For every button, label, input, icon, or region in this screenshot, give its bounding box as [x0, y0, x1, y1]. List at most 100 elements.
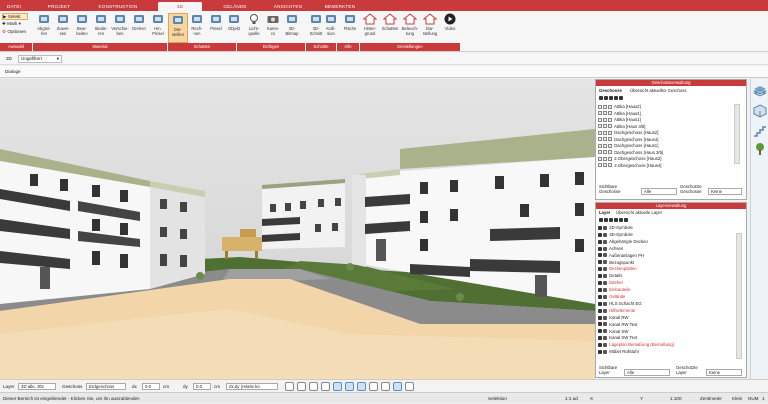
- edit-icon[interactable]: [603, 308, 607, 313]
- visibility-checkbox[interactable]: [598, 111, 602, 116]
- layer-snap-icon[interactable]: [405, 382, 414, 391]
- layer-row[interactable]: Kanal RW Text: [598, 322, 637, 328]
- dy-input[interactable]: 0.0: [193, 383, 211, 390]
- ribbon-button-0[interactable]: Abgrei- fen: [34, 13, 54, 43]
- ribbon-button-10[interactable]: Objekt: [224, 13, 244, 43]
- lock-checkbox[interactable]: [603, 104, 607, 109]
- tab-projekt[interactable]: PROJEKT: [44, 2, 74, 11]
- print-checkbox[interactable]: [608, 137, 612, 142]
- lock-checkbox[interactable]: [603, 137, 607, 142]
- visibility-icon[interactable]: [604, 95, 608, 100]
- visibility-icon[interactable]: [598, 225, 602, 230]
- tab-konstruktion[interactable]: KONSTRUKTION: [94, 2, 142, 11]
- ribbon-button-19[interactable]: Beleuch- tung: [400, 13, 420, 43]
- object-snap-icon[interactable]: [393, 382, 402, 391]
- visibility-checkbox[interactable]: [598, 130, 602, 135]
- lock-icon[interactable]: [369, 382, 378, 391]
- line-snap-icon[interactable]: [345, 382, 354, 391]
- lock-checkbox[interactable]: [603, 111, 607, 116]
- ribbon-button-2[interactable]: Bear- beiten: [72, 13, 92, 43]
- edit-icon[interactable]: [603, 232, 607, 237]
- ribbon-button-9[interactable]: Pinsel: [206, 13, 226, 43]
- visibility-icon[interactable]: [598, 239, 602, 244]
- edit-icon[interactable]: [603, 343, 607, 348]
- print-checkbox[interactable]: [608, 163, 612, 168]
- add-icon[interactable]: [619, 217, 623, 222]
- floor-row[interactable]: Dachgeschoss [Haus4]: [598, 137, 658, 143]
- geschoss-select[interactable]: Erdgeschoss: [86, 383, 126, 390]
- ribbon-button-16[interactable]: Fläche: [340, 13, 360, 43]
- floor-row[interactable]: Dachgeschoss [Haus2]: [598, 130, 658, 136]
- lock-checkbox[interactable]: [603, 150, 607, 155]
- layer-row[interactable]: Einbauteile: [598, 287, 630, 293]
- floor-row[interactable]: Attika [Haus1]: [598, 117, 641, 123]
- layer-row[interactable]: Bezugspunkt: [598, 260, 634, 266]
- floor-row[interactable]: 2.Obergeschoss [Haus4]: [598, 163, 662, 169]
- lock-checkbox[interactable]: [603, 117, 607, 122]
- print-checkbox[interactable]: [608, 111, 612, 116]
- lock-icon[interactable]: [604, 217, 608, 222]
- layer-row[interactable]: Möbel Rollstuhl: [598, 349, 639, 355]
- edit-icon[interactable]: [603, 274, 607, 279]
- edit-icon[interactable]: [603, 246, 607, 251]
- layer-row[interactable]: Außenanlagen PH: [598, 253, 644, 259]
- floor-row[interactable]: 2.Obergeschoss [Haus2]: [598, 156, 662, 162]
- floor-row[interactable]: Dachgeschoss [Haus 3/5]: [598, 150, 663, 156]
- layer-row[interactable]: Kanal RW: [598, 315, 628, 321]
- layer-select[interactable]: 3D alle, 30c: [18, 383, 56, 390]
- floor-row[interactable]: Attika [Haus 3/5]: [598, 124, 646, 130]
- edit-icon[interactable]: [603, 267, 607, 272]
- snap-icon[interactable]: [309, 382, 318, 391]
- settings-icon[interactable]: [614, 217, 618, 222]
- print-checkbox[interactable]: [608, 150, 612, 155]
- lock-checkbox[interactable]: [603, 156, 607, 161]
- ribbon-button-7[interactable]: Dar- stellen: [168, 13, 188, 43]
- ribbon-button-11[interactable]: Licht- quelle: [244, 13, 264, 43]
- delete-icon[interactable]: [624, 217, 628, 222]
- edit-icon[interactable]: [603, 294, 607, 299]
- print-checkbox[interactable]: [608, 124, 612, 129]
- layers-tab-layer[interactable]: Layer: [599, 210, 610, 216]
- visible-layers-select[interactable]: Alle: [624, 369, 670, 376]
- layer-row[interactable]: 3D-Symbole: [598, 232, 633, 238]
- layer-row[interactable]: Gelände: [598, 294, 625, 300]
- ribbon-button-15[interactable]: Kolli- sion: [321, 13, 341, 43]
- edit-icon[interactable]: [603, 281, 607, 286]
- stairs-icon[interactable]: [753, 124, 767, 138]
- coordinate-mode-select[interactable]: dx,dy (relativ ko: [226, 383, 278, 390]
- layer-row[interactable]: Dächer: [598, 280, 623, 286]
- print-checkbox[interactable]: [608, 104, 612, 109]
- visibility-checkbox[interactable]: [598, 124, 602, 129]
- edit-icon[interactable]: [603, 329, 607, 334]
- visibility-icon[interactable]: [598, 350, 602, 355]
- ribbon-button-6[interactable]: Hin. Pinsel: [148, 13, 168, 43]
- clock-icon[interactable]: [285, 382, 294, 391]
- grid-icon[interactable]: [297, 382, 306, 391]
- mark-button[interactable]: ✚ Mark ▾: [2, 21, 21, 28]
- tab-datei[interactable]: DATEI: [2, 2, 26, 11]
- visibility-icon[interactable]: [598, 287, 602, 292]
- floor-row[interactable]: Attika [Haus2]: [598, 104, 641, 110]
- 3d-viewport[interactable]: [0, 79, 595, 379]
- ribbon-button-4[interactable]: Verschie- ben: [110, 13, 130, 43]
- floor-row[interactable]: Attika [Haus4]: [598, 111, 641, 117]
- edit-icon[interactable]: [603, 315, 607, 320]
- layer-row[interactable]: 2D-Symbole: [598, 225, 633, 231]
- edit-icon[interactable]: [603, 336, 607, 341]
- edit-icon[interactable]: [603, 239, 607, 244]
- layer-row[interactable]: Hilfselemente: [598, 308, 635, 314]
- print-checkbox[interactable]: [608, 143, 612, 148]
- print-checkbox[interactable]: [608, 117, 612, 122]
- ortho-icon[interactable]: [321, 382, 330, 391]
- visibility-icon[interactable]: [598, 315, 602, 320]
- layer-row[interactable]: Lageplan Bemaßung (Bemaßung): [598, 342, 674, 348]
- tab-ansichten[interactable]: ANSICHTEN: [270, 2, 306, 11]
- edit-icon[interactable]: [603, 301, 607, 306]
- ribbon-button-21[interactable]: Video: [440, 13, 460, 43]
- cube-icon[interactable]: [753, 104, 767, 118]
- visibility-checkbox[interactable]: [598, 143, 602, 148]
- lock-checkbox[interactable]: [603, 130, 607, 135]
- floors-tab-geschosse[interactable]: Geschosse: [599, 88, 622, 94]
- layer-row[interactable]: Achsen: [598, 246, 623, 252]
- color-icon[interactable]: [609, 217, 613, 222]
